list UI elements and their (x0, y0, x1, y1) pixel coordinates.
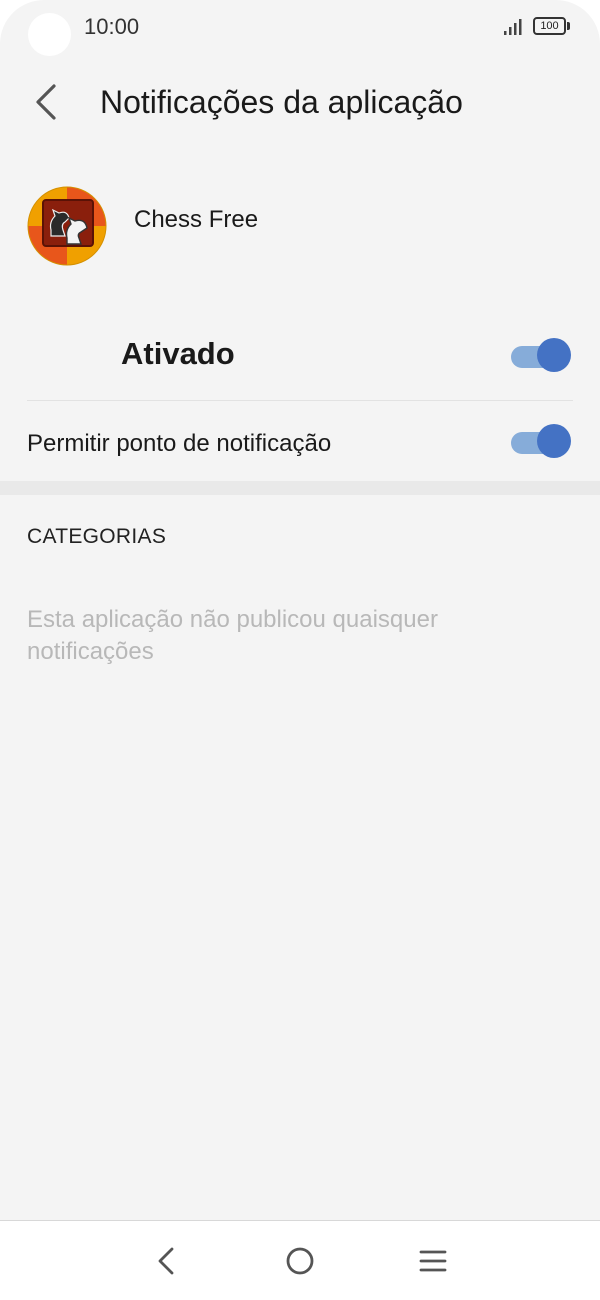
home-icon (286, 1247, 314, 1275)
app-info-row: Chess Free (27, 186, 573, 268)
page-title: Notificações da aplicação (100, 84, 463, 120)
chess-knight-app-icon (27, 186, 107, 266)
back-button[interactable] (26, 78, 70, 126)
signal-icon (504, 19, 522, 35)
app-notifications-screen: 10:00 100 Notificações da aplicação Ches… (0, 0, 600, 1300)
chevron-left-icon (36, 84, 56, 120)
page-header: Notificações da aplicação (0, 70, 600, 134)
categories-header: CATEGORIAS (27, 525, 167, 548)
navigation-bar (0, 1220, 600, 1300)
status-bar: 10:00 100 (0, 0, 600, 56)
enabled-switch[interactable] (511, 337, 571, 373)
switch-thumb (537, 338, 571, 372)
status-time: 10:00 (84, 14, 140, 39)
nav-menu-button[interactable] (411, 1239, 455, 1283)
categories-empty-message: Esta aplicação não publicou quaisquer no… (27, 606, 438, 665)
notification-dot-toggle-row[interactable]: Permitir ponto de notificação (27, 410, 573, 474)
battery-tip (567, 22, 570, 30)
nav-back-button[interactable] (144, 1239, 188, 1283)
notification-dot-label: Permitir ponto de notificação (27, 430, 332, 457)
notification-dot-switch[interactable] (511, 423, 571, 459)
back-icon (158, 1247, 174, 1275)
menu-icon (419, 1250, 447, 1272)
enabled-label: Ativado (121, 336, 235, 371)
section-separator (0, 481, 600, 495)
enabled-toggle-row[interactable]: Ativado (27, 318, 573, 394)
switch-thumb (537, 424, 571, 458)
battery-icon: 100 (533, 17, 571, 37)
camera-cutout (28, 13, 71, 56)
app-name: Chess Free (134, 206, 259, 233)
divider (27, 400, 573, 401)
nav-home-button[interactable] (278, 1239, 322, 1283)
battery-level: 100 (533, 17, 566, 35)
